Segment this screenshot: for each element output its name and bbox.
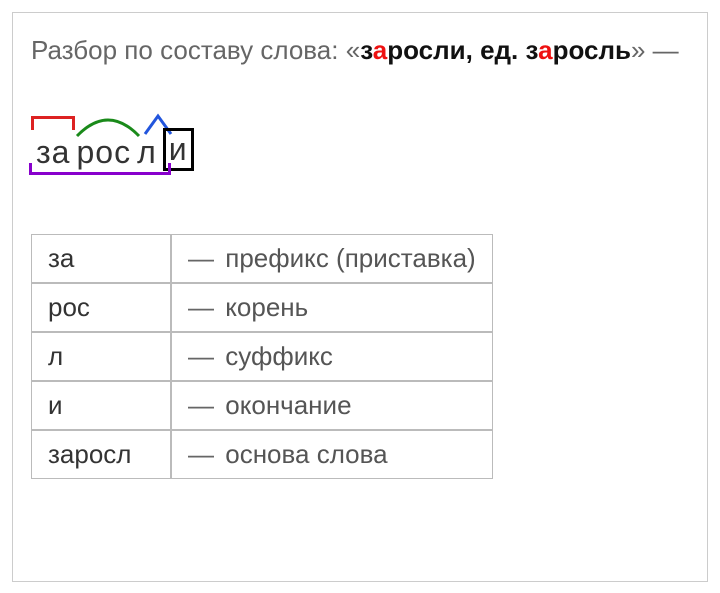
desc-cell: — суффикс (171, 332, 493, 381)
word1-part2: росли (387, 35, 465, 65)
morpheme-diagram: за рос л и (33, 104, 194, 172)
morpheme-cell: и (31, 381, 171, 430)
stem-bracket-marker (29, 163, 171, 175)
heading-prefix: Разбор по составу слова: « (31, 35, 360, 65)
morpheme-table: за — префикс (приставка) рос — корень л … (31, 234, 493, 479)
desc-text: корень (225, 292, 308, 322)
heading: Разбор по составу слова: «заросли, ед. з… (31, 33, 689, 68)
morpheme-cell: л (31, 332, 171, 381)
morpheme-segments: за рос л и (33, 104, 194, 171)
table-row: и — окончание (31, 381, 493, 430)
heading-close: » — (631, 35, 679, 65)
dash: — (188, 292, 214, 322)
table-row: рос — корень (31, 283, 493, 332)
desc-text: окончание (225, 390, 351, 420)
heading-sep: , ед. (466, 35, 526, 65)
desc-text: суффикс (225, 341, 333, 371)
desc-cell: — префикс (приставка) (171, 234, 493, 283)
dash: — (188, 439, 214, 469)
desc-text: основа слова (225, 439, 387, 469)
dash: — (188, 341, 214, 371)
desc-cell: — окончание (171, 381, 493, 430)
word2-part2: росль (553, 35, 631, 65)
desc-text: префикс (приставка) (225, 243, 475, 273)
table-row: за — префикс (приставка) (31, 234, 493, 283)
word2-part1: з (526, 35, 539, 65)
word-analysis-panel: Разбор по составу слова: «заросли, ед. з… (12, 12, 708, 582)
desc-cell: — корень (171, 283, 493, 332)
morpheme-cell: заросл (31, 430, 171, 479)
morpheme-cell: рос (31, 283, 171, 332)
dash: — (188, 243, 214, 273)
desc-cell: — основа слова (171, 430, 493, 479)
word1-stressed: а (373, 35, 387, 65)
morpheme-cell: за (31, 234, 171, 283)
dash: — (188, 390, 214, 420)
word1-part1: з (360, 35, 373, 65)
word2-stressed: а (538, 35, 552, 65)
table-row: л — суффикс (31, 332, 493, 381)
table-row: заросл — основа слова (31, 430, 493, 479)
